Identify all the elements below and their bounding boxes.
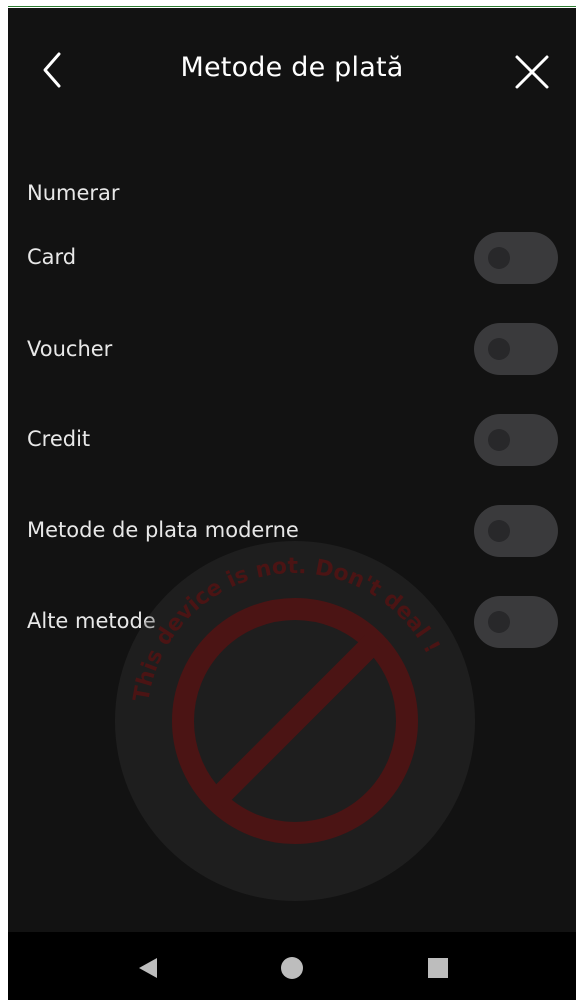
toggle-knob	[488, 429, 510, 451]
toggle-moderne[interactable]	[474, 505, 558, 557]
page-title: Metode de plată	[180, 52, 404, 83]
method-label-credit: Credit	[27, 427, 91, 451]
circle-home-icon	[281, 957, 303, 979]
method-label-alte: Alte metode	[27, 609, 156, 633]
square-recents-icon	[428, 958, 448, 978]
method-label-moderne: Metode de plata moderne	[27, 518, 299, 542]
watermark-prohibited-icon: This device is not. Don't deal !	[115, 541, 475, 901]
close-icon	[515, 55, 549, 89]
nav-home-button[interactable]	[272, 948, 312, 988]
watermark-text: This device is not. Don't deal !	[129, 554, 444, 704]
triangle-back-icon	[139, 958, 157, 978]
status-strip	[0, 0, 576, 8]
toggle-knob	[488, 520, 510, 542]
toggle-knob	[488, 338, 510, 360]
toggle-knob	[488, 611, 510, 633]
method-label-voucher: Voucher	[27, 337, 113, 361]
toggle-alte[interactable]	[474, 596, 558, 648]
toggle-knob	[488, 247, 510, 269]
method-label-card: Card	[27, 245, 77, 269]
payment-methods-screen: Metode de plată Numerar Card Voucher Cre…	[8, 8, 576, 1000]
close-button[interactable]	[510, 50, 554, 94]
system-nav-bar	[8, 932, 576, 1000]
nav-recents-button[interactable]	[418, 948, 458, 988]
nav-back-button[interactable]	[128, 948, 168, 988]
header: Metode de plată	[8, 8, 576, 132]
section-label-numerar: Numerar	[27, 181, 120, 205]
toggle-credit[interactable]	[474, 414, 558, 466]
toggle-voucher[interactable]	[474, 323, 558, 375]
svg-text:This device is not. Don't deal: This device is not. Don't deal !	[129, 554, 444, 704]
toggle-card[interactable]	[474, 232, 558, 284]
